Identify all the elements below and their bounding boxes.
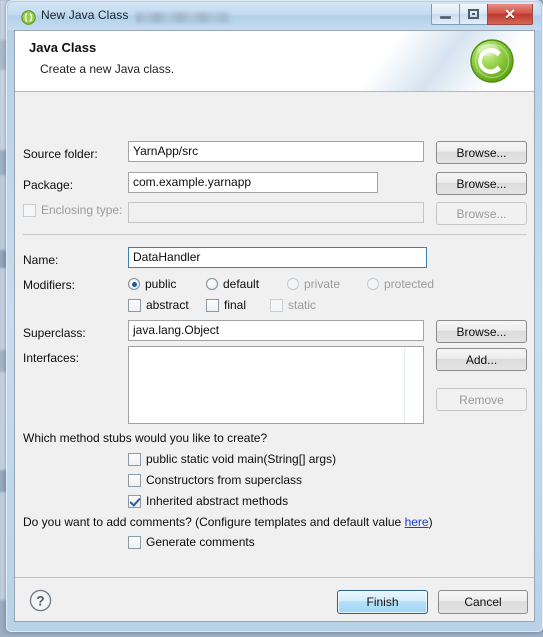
superclass-input[interactable]: java.lang.Object — [128, 320, 424, 341]
checkbox-abstract-indicator — [128, 298, 141, 312]
radio-protected-label: protected — [384, 277, 435, 291]
checkbox-inherited-indicator — [128, 494, 141, 508]
source-folder-browse-button[interactable]: Browse... — [436, 141, 527, 164]
restore-icon — [468, 9, 479, 19]
source-folder-label: Source folder: — [23, 147, 98, 161]
interfaces-list[interactable] — [128, 346, 424, 424]
maximize-button[interactable] — [459, 4, 488, 25]
redacted-title-suffix — [136, 12, 231, 23]
radio-public-indicator — [128, 278, 140, 290]
help-icon[interactable]: ? — [29, 589, 52, 612]
close-icon: ✕ — [504, 6, 516, 22]
checkbox-static-indicator — [270, 298, 283, 312]
name-input[interactable]: DataHandler — [128, 247, 427, 268]
modifier-radio-protected: protected — [367, 277, 434, 291]
modifier-checkbox-abstract[interactable]: abstract — [128, 298, 189, 312]
configure-templates-link[interactable]: here — [405, 515, 429, 529]
checkbox-static-label: static — [288, 298, 317, 312]
enclosing-type-browse-button: Browse... — [436, 202, 527, 225]
checkbox-constructors-label: Constructors from superclass — [146, 473, 303, 487]
eclipse-icon — [21, 10, 36, 25]
window-controls: ✕ — [431, 4, 533, 26]
separator-top — [23, 234, 527, 235]
cancel-button[interactable]: Cancel — [438, 590, 528, 614]
checkbox-inherited-label: Inherited abstract methods — [146, 494, 289, 508]
stub-checkbox-main[interactable]: public static void main(String[] args) — [128, 452, 336, 466]
enclosing-type-label: Enclosing type: — [41, 203, 123, 217]
checkbox-generate-comments-label: Generate comments — [146, 535, 255, 549]
modifier-checkbox-final[interactable]: final — [206, 298, 246, 312]
svg-text:?: ? — [36, 593, 44, 608]
source-folder-input[interactable]: YarnApp/src — [128, 141, 424, 162]
interfaces-list-divider — [404, 348, 405, 422]
checkbox-generate-comments-indicator — [128, 535, 141, 549]
close-button[interactable]: ✕ — [487, 4, 533, 25]
radio-public-label: public — [145, 277, 177, 291]
minimize-icon — [440, 16, 451, 19]
checkbox-final-label: final — [224, 298, 247, 312]
checkbox-abstract-label: abstract — [146, 298, 189, 312]
package-label: Package: — [23, 178, 74, 192]
radio-protected-indicator — [367, 278, 379, 290]
method-stubs-question: Which method stubs would you like to cre… — [23, 431, 268, 445]
comments-question: Do you want to add comments? (Configure … — [23, 515, 433, 529]
checkbox-final-indicator — [206, 298, 219, 312]
page-title: Java Class — [29, 40, 97, 55]
modifiers-label: Modifiers: — [23, 278, 76, 292]
superclass-browse-button[interactable]: Browse... — [436, 320, 527, 343]
radio-private-indicator — [287, 278, 299, 290]
screenshot-root: New Java Class ✕ Java Class Create a new… — [0, 0, 543, 637]
comments-question-prefix: Do you want to add comments? (Configure … — [23, 515, 405, 529]
footer-separator — [15, 577, 534, 578]
modifier-radio-default[interactable]: default — [206, 277, 259, 291]
modifier-radio-private: private — [287, 277, 340, 291]
generate-comments-checkbox-row[interactable]: Generate comments — [128, 535, 255, 549]
radio-default-label: default — [223, 277, 260, 291]
interfaces-remove-button: Remove — [436, 388, 527, 411]
checkbox-main-indicator — [128, 452, 141, 466]
checkbox-constructors-indicator — [128, 473, 141, 487]
dialog-header: Java Class Create a new Java class. — [15, 31, 534, 92]
finish-button[interactable]: Finish — [337, 590, 428, 614]
package-browse-button[interactable]: Browse... — [436, 172, 527, 195]
minimize-button[interactable] — [431, 4, 460, 25]
radio-private-label: private — [304, 277, 341, 291]
page-subtitle: Create a new Java class. — [40, 62, 175, 76]
title-bar[interactable]: New Java Class ✕ — [8, 2, 541, 30]
stub-checkbox-constructors[interactable]: Constructors from superclass — [128, 473, 302, 487]
radio-default-indicator — [206, 278, 218, 290]
window-title: New Java Class — [41, 8, 129, 22]
enclosing-type-checkbox-row[interactable]: Enclosing type: — [23, 203, 122, 217]
dialog-client-area: Java Class Create a new Java class. Sour… — [14, 30, 535, 622]
stub-checkbox-inherited[interactable]: Inherited abstract methods — [128, 494, 288, 508]
name-label: Name: — [23, 253, 59, 267]
comments-question-suffix: ) — [428, 515, 433, 529]
interfaces-label: Interfaces: — [23, 351, 80, 365]
interfaces-add-button[interactable]: Add... — [436, 348, 527, 371]
java-class-logo — [470, 39, 514, 83]
enclosing-type-input — [128, 202, 424, 223]
modifier-checkbox-static: static — [270, 298, 316, 312]
superclass-label: Superclass: — [23, 326, 86, 340]
package-input[interactable]: com.example.yarnapp — [128, 172, 378, 193]
modifier-radio-public[interactable]: public — [128, 277, 176, 291]
checkbox-main-label: public static void main(String[] args) — [146, 452, 337, 466]
enclosing-type-checkbox[interactable] — [23, 203, 36, 217]
